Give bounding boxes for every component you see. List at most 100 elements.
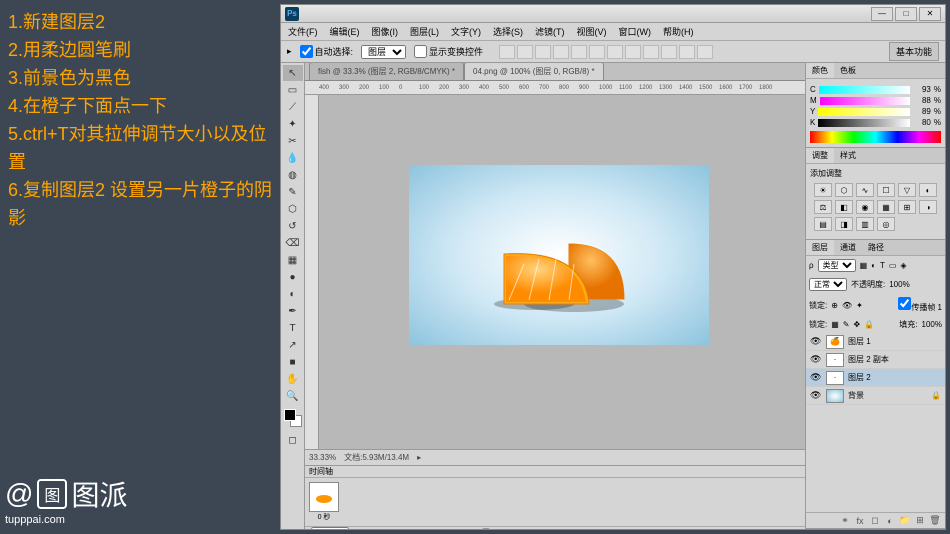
- filter-shape-icon[interactable]: ▭: [889, 261, 897, 270]
- eraser-tool[interactable]: ⌫: [283, 235, 303, 251]
- play-button[interactable]: ▶: [389, 528, 403, 530]
- lock-trans-icon[interactable]: ▦: [831, 320, 839, 329]
- menu-image[interactable]: 图像(I): [369, 23, 402, 40]
- align-icon[interactable]: [517, 45, 533, 59]
- fill-value[interactable]: 100%: [922, 320, 942, 329]
- distribute-icon[interactable]: [625, 45, 641, 59]
- filter-adj-icon[interactable]: ◐: [871, 261, 876, 270]
- canvas[interactable]: [319, 95, 805, 449]
- menu-edit[interactable]: 编辑(E): [327, 23, 363, 40]
- blend-mode[interactable]: 正常: [809, 278, 847, 291]
- opacity-value[interactable]: 100%: [889, 280, 909, 289]
- tab-adjustments[interactable]: 调整: [806, 148, 834, 163]
- spectrum-bar[interactable]: [810, 131, 941, 143]
- slider-m[interactable]: [820, 97, 910, 105]
- layer-name[interactable]: 图层 2: [848, 372, 871, 383]
- distribute-icon[interactable]: [661, 45, 677, 59]
- path-tool[interactable]: ↗: [283, 337, 303, 353]
- auto-select-check[interactable]: 自动选择:: [300, 45, 354, 58]
- link-icon[interactable]: ⚭: [839, 515, 851, 527]
- unify-style-icon[interactable]: ✦: [856, 301, 863, 310]
- close-button[interactable]: ✕: [919, 7, 941, 21]
- lock-all-icon[interactable]: 🔒: [864, 320, 874, 329]
- trash-icon[interactable]: 🗑: [929, 515, 941, 527]
- lock-pos-icon[interactable]: ✥: [854, 320, 861, 329]
- distribute-icon[interactable]: [697, 45, 713, 59]
- adj-gradient-icon[interactable]: ▥: [856, 217, 874, 231]
- visibility-icon[interactable]: 👁: [810, 372, 822, 383]
- align-icon[interactable]: [571, 45, 587, 59]
- shape-tool[interactable]: ■: [283, 354, 303, 370]
- move-tool[interactable]: ↖: [283, 65, 303, 81]
- layer-name[interactable]: 背景: [848, 390, 864, 401]
- unify-vis-icon[interactable]: 👁: [842, 301, 852, 310]
- fx-icon[interactable]: fx: [854, 515, 866, 527]
- adj-exposure-icon[interactable]: ☐: [877, 183, 895, 197]
- filter-type-icon[interactable]: T: [880, 261, 885, 270]
- fg-color[interactable]: [284, 409, 296, 421]
- adj-invert-icon[interactable]: ◑: [919, 200, 937, 214]
- adj-vibrance-icon[interactable]: ▽: [898, 183, 916, 197]
- color-swatches[interactable]: [284, 409, 302, 427]
- auto-select-target[interactable]: 图层: [361, 45, 406, 59]
- adj-hue-icon[interactable]: ◐: [919, 183, 937, 197]
- slider-y[interactable]: [818, 108, 910, 116]
- tween-button[interactable]: ⟳: [443, 528, 457, 530]
- stamp-tool[interactable]: ⬡: [283, 201, 303, 217]
- lasso-tool[interactable]: ⟋: [283, 99, 303, 115]
- first-frame-button[interactable]: ⏮: [353, 528, 367, 530]
- minimize-button[interactable]: —: [871, 7, 893, 21]
- menu-layer[interactable]: 图层(L): [407, 23, 442, 40]
- align-icon[interactable]: [499, 45, 515, 59]
- slider-c[interactable]: [819, 86, 910, 94]
- next-frame-button[interactable]: ▶: [407, 528, 421, 530]
- doc-tab-2[interactable]: 04.png @ 100% (图层 0, RGB/8) *: [464, 63, 604, 80]
- menu-type[interactable]: 文字(Y): [448, 23, 484, 40]
- align-icon[interactable]: [553, 45, 569, 59]
- menu-file[interactable]: 文件(F): [285, 23, 321, 40]
- doc-tab-1[interactable]: fish @ 33.3% (图层 2, RGB/8/CMYK) *: [309, 63, 464, 80]
- wand-tool[interactable]: ✦: [283, 116, 303, 132]
- layer-name[interactable]: 图层 1: [848, 336, 871, 347]
- menu-view[interactable]: 视图(V): [574, 23, 610, 40]
- menu-help[interactable]: 帮助(H): [660, 23, 697, 40]
- tab-color[interactable]: 颜色: [806, 63, 834, 78]
- menu-filter[interactable]: 滤镜(T): [532, 23, 568, 40]
- frame-duration[interactable]: 0 秒: [309, 512, 339, 522]
- menu-window[interactable]: 窗口(W): [616, 23, 655, 40]
- pen-tool[interactable]: ✒: [283, 303, 303, 319]
- adj-brightness-icon[interactable]: ☀: [814, 183, 832, 197]
- loop-select[interactable]: 永远: [311, 527, 349, 529]
- layer-filter[interactable]: 类型: [818, 259, 856, 272]
- tab-swatches[interactable]: 色板: [834, 63, 862, 78]
- mask-icon[interactable]: ◻: [869, 515, 881, 527]
- new-frame-button[interactable]: ⊞: [461, 528, 475, 530]
- fill-layer-icon[interactable]: ◐: [884, 515, 896, 527]
- hand-tool[interactable]: ✋: [283, 371, 303, 387]
- gradient-tool[interactable]: ▦: [283, 252, 303, 268]
- adj-levels-icon[interactable]: ⬡: [835, 183, 853, 197]
- tab-paths[interactable]: 路径: [862, 240, 890, 255]
- visibility-icon[interactable]: 👁: [810, 354, 822, 365]
- history-brush-tool[interactable]: ↺: [283, 218, 303, 234]
- show-transform-check[interactable]: 显示变换控件: [414, 45, 483, 58]
- slider-k[interactable]: [818, 119, 910, 127]
- unify-pos-icon[interactable]: ⊕: [831, 301, 838, 310]
- workspace-switcher[interactable]: 基本功能: [889, 42, 939, 61]
- adj-selective-icon[interactable]: ◎: [877, 217, 895, 231]
- visibility-icon[interactable]: 👁: [810, 336, 822, 347]
- new-layer-icon[interactable]: ⊞: [914, 515, 926, 527]
- adj-poster-icon[interactable]: ▤: [814, 217, 832, 231]
- align-icon[interactable]: [535, 45, 551, 59]
- frame-1[interactable]: 0 秒: [309, 482, 339, 522]
- adj-photo-icon[interactable]: ◉: [856, 200, 874, 214]
- layer-row[interactable]: 👁背景🔒: [806, 387, 945, 405]
- type-tool[interactable]: T: [283, 320, 303, 336]
- delete-frame-button[interactable]: 🗑: [479, 528, 493, 530]
- group-icon[interactable]: 📁: [899, 515, 911, 527]
- align-icon[interactable]: [589, 45, 605, 59]
- maximize-button[interactable]: □: [895, 7, 917, 21]
- brush-tool[interactable]: ✎: [283, 184, 303, 200]
- dodge-tool[interactable]: ◐: [283, 286, 303, 302]
- last-frame-button[interactable]: ⏭: [425, 528, 439, 530]
